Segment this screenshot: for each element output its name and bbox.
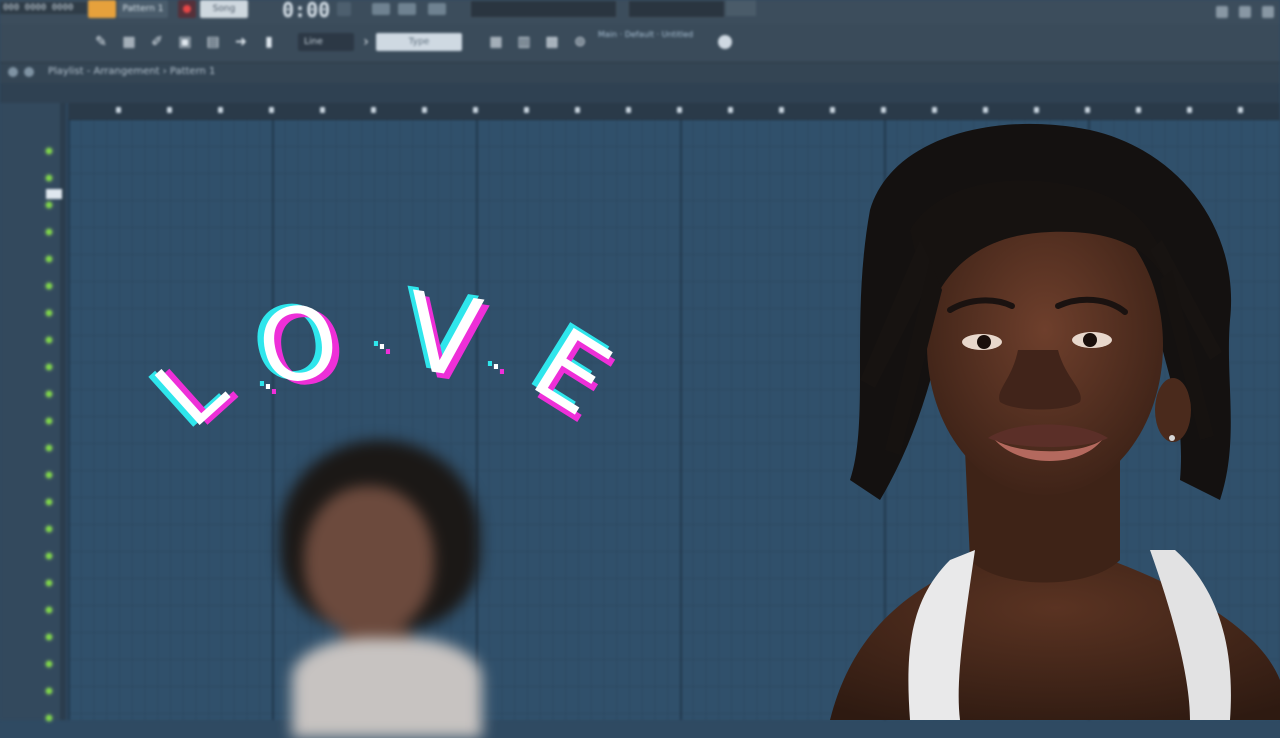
track-mute-led[interactable] bbox=[46, 526, 52, 532]
paint-tool-icon[interactable]: ▦ bbox=[121, 34, 137, 50]
ruler-tick bbox=[830, 107, 835, 113]
pattern-selector[interactable]: Pattern 1 bbox=[118, 0, 168, 18]
ruler-tick bbox=[218, 107, 223, 113]
time-format-toggle[interactable] bbox=[337, 2, 351, 16]
playlist-toolbar: ✎ ▦ ✐ ▣ ▤ ➜ ▮ Line › Type ▦ ▥ ▩ ⊚ Main ·… bbox=[0, 24, 1280, 63]
ruler-tick bbox=[728, 107, 733, 113]
track-mute-led[interactable] bbox=[46, 472, 52, 478]
grid-icon[interactable]: ▦ bbox=[488, 34, 504, 50]
link-icon[interactable]: ⊚ bbox=[572, 34, 588, 50]
close-icon[interactable] bbox=[1262, 6, 1274, 18]
pattern-song-toggle[interactable] bbox=[88, 0, 116, 18]
split-icon[interactable]: ▥ bbox=[516, 34, 532, 50]
track-mute-led[interactable] bbox=[46, 148, 52, 154]
track-header-column bbox=[0, 103, 66, 721]
child-photo bbox=[262, 440, 522, 738]
track-mute-led[interactable] bbox=[46, 175, 52, 181]
ruler-tick bbox=[626, 107, 631, 113]
mute-tool-icon[interactable]: ▣ bbox=[177, 34, 193, 50]
breadcrumb: Playlist - Arrangement › Pattern 1 bbox=[48, 66, 216, 77]
track-mute-led[interactable] bbox=[46, 256, 52, 262]
track-mute-led[interactable] bbox=[46, 391, 52, 397]
metronome-icon[interactable] bbox=[398, 3, 416, 15]
ruler-tick bbox=[932, 107, 937, 113]
tempo-icon[interactable] bbox=[372, 3, 390, 15]
snap-selector[interactable]: Line bbox=[298, 33, 354, 51]
window-controls bbox=[1210, 3, 1274, 22]
track-mute-led[interactable] bbox=[46, 229, 52, 235]
ruler-tick bbox=[881, 107, 886, 113]
chevron-left-icon[interactable] bbox=[24, 67, 34, 77]
person-photo bbox=[790, 120, 1280, 720]
ruler-tick bbox=[422, 107, 427, 113]
settings-icon[interactable] bbox=[718, 35, 732, 49]
select-tool-icon[interactable]: ▮ bbox=[261, 34, 277, 50]
playlist-top-strip bbox=[0, 83, 1280, 103]
track-mute-led[interactable] bbox=[46, 715, 52, 721]
maximize-icon[interactable] bbox=[1238, 6, 1251, 18]
track-mute-led[interactable] bbox=[46, 283, 52, 289]
type-field[interactable]: Type bbox=[376, 33, 462, 51]
zoom-icon[interactable]: ▩ bbox=[544, 34, 560, 50]
draw-tool-icon[interactable]: ✎ bbox=[93, 34, 109, 50]
hint-readout: 000 0000 0000 bbox=[0, 2, 87, 14]
ruler-tick bbox=[473, 107, 478, 113]
ruler-tick bbox=[116, 107, 121, 113]
slip-tool-icon[interactable]: ▤ bbox=[205, 34, 221, 50]
ruler-tick bbox=[524, 107, 529, 113]
track-mute-led[interactable] bbox=[46, 499, 52, 505]
track-mute-led[interactable] bbox=[46, 607, 52, 613]
track-mute-led[interactable] bbox=[46, 445, 52, 451]
cpu-monitor bbox=[470, 0, 617, 18]
record-button[interactable] bbox=[178, 0, 196, 18]
ruler-tick bbox=[779, 107, 784, 113]
hint-bar: Main · Default · Untitled bbox=[598, 30, 694, 39]
ruler-tick bbox=[1085, 107, 1090, 113]
timeline-ruler[interactable] bbox=[68, 103, 1280, 120]
minimize-icon[interactable] bbox=[1215, 6, 1228, 18]
playlist-header: Playlist - Arrangement › Pattern 1 bbox=[0, 63, 1280, 83]
mode-display[interactable]: Song bbox=[200, 0, 248, 18]
time-display: 0:00 bbox=[282, 0, 331, 22]
ruler-tick bbox=[1136, 107, 1141, 113]
ruler-tick bbox=[677, 107, 682, 113]
track-mute-led[interactable] bbox=[46, 364, 52, 370]
ruler-tick bbox=[1034, 107, 1039, 113]
ruler-tick bbox=[371, 107, 376, 113]
ruler-tick bbox=[983, 107, 988, 113]
ruler-tick bbox=[1238, 107, 1243, 113]
track-mute-led[interactable] bbox=[46, 661, 52, 667]
ruler-tick bbox=[575, 107, 580, 113]
ruler-tick bbox=[269, 107, 274, 113]
delete-tool-icon[interactable]: ✐ bbox=[149, 34, 165, 50]
track-mute-led[interactable] bbox=[46, 310, 52, 316]
track-mute-led[interactable] bbox=[46, 553, 52, 559]
ruler-tick bbox=[1187, 107, 1192, 113]
wait-icon[interactable] bbox=[428, 3, 446, 15]
output-monitor bbox=[628, 0, 725, 18]
volume-knob[interactable] bbox=[726, 0, 756, 16]
track-mute-led[interactable] bbox=[46, 580, 52, 586]
ruler-tick bbox=[320, 107, 325, 113]
track-mute-led[interactable] bbox=[46, 202, 52, 208]
track-mute-led[interactable] bbox=[46, 337, 52, 343]
ruler-tick bbox=[167, 107, 172, 113]
search-icon[interactable] bbox=[8, 67, 18, 77]
track-mute-led[interactable] bbox=[46, 418, 52, 424]
slice-tool-icon[interactable]: ➜ bbox=[233, 34, 249, 50]
transport-bar: 000 0000 0000 Pattern 1 Song 0:00 bbox=[0, 0, 1280, 25]
track-header-label bbox=[46, 189, 62, 199]
chevron-icon[interactable]: › bbox=[358, 34, 374, 50]
track-mute-led[interactable] bbox=[46, 634, 52, 640]
track-mute-led[interactable] bbox=[46, 688, 52, 694]
